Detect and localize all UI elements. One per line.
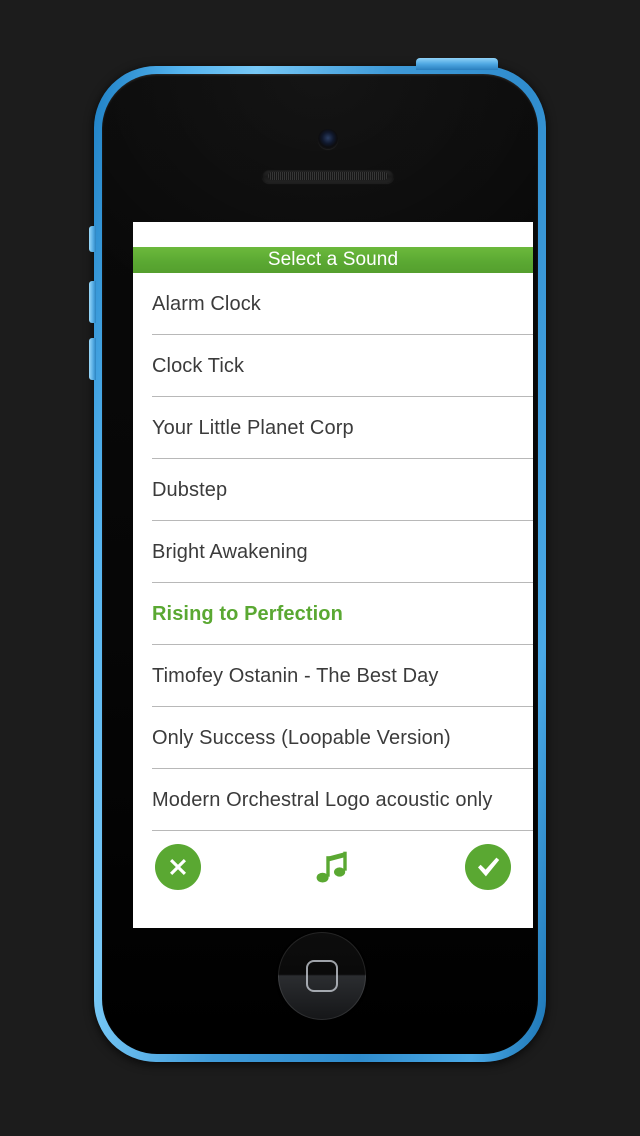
screenshot-root: Select a Sound Alarm Clock Clock Tick Your…: [0, 0, 640, 1136]
list-item[interactable]: Alarm Clock: [133, 273, 533, 335]
preview-sound-button[interactable]: [310, 844, 356, 890]
volume-up-button[interactable]: [89, 281, 96, 323]
sound-item-label: Dubstep: [152, 478, 228, 501]
bottom-toolbar: [133, 831, 533, 903]
sound-item-label: Your Little Planet Corp: [152, 416, 354, 439]
home-button-square-icon: [306, 960, 338, 992]
panel-top-padding: [133, 222, 533, 247]
earpiece-speaker: [262, 169, 394, 183]
sound-item-label: Bright Awakening: [152, 540, 308, 563]
sound-item-label: Modern Orchestral Logo acoustic only: [152, 788, 493, 811]
sound-picker-panel: Select a Sound Alarm Clock Clock Tick Your…: [133, 222, 533, 928]
list-item[interactable]: Clock Tick: [133, 335, 533, 397]
check-mark-icon: [465, 844, 511, 890]
volume-down-button[interactable]: [89, 338, 96, 380]
sound-item-label: Clock Tick: [152, 354, 245, 377]
list-item[interactable]: Rising to Perfection: [133, 583, 533, 645]
cancel-button[interactable]: [155, 844, 201, 890]
sound-item-label: Timofey Ostanin - The Best Day: [152, 664, 439, 687]
list-item[interactable]: Modern Orchestral Logo acoustic only: [133, 769, 533, 831]
home-button[interactable]: [278, 932, 366, 1020]
music-note-icon: [316, 851, 347, 883]
page-title: Select a Sound: [133, 247, 533, 273]
front-camera-icon: [318, 129, 338, 149]
list-item[interactable]: Only Success (Loopable Version): [133, 707, 533, 769]
list-item[interactable]: Timofey Ostanin - The Best Day: [133, 645, 533, 707]
list-item[interactable]: Dubstep: [133, 459, 533, 521]
power-button[interactable]: [416, 58, 498, 70]
sound-list[interactable]: Alarm Clock Clock Tick Your Little Planet …: [133, 273, 533, 831]
list-item[interactable]: Your Little Planet Corp: [133, 397, 533, 459]
list-item[interactable]: Bright Awakening: [133, 521, 533, 583]
sound-item-label: Alarm Clock: [152, 292, 261, 315]
confirm-button[interactable]: [465, 844, 511, 890]
sound-item-label: Only Success (Loopable Version): [152, 726, 451, 749]
sound-item-label: Rising to Perfection: [152, 602, 343, 625]
ringer-switch[interactable]: [89, 226, 96, 252]
close-x-icon: [155, 844, 201, 890]
